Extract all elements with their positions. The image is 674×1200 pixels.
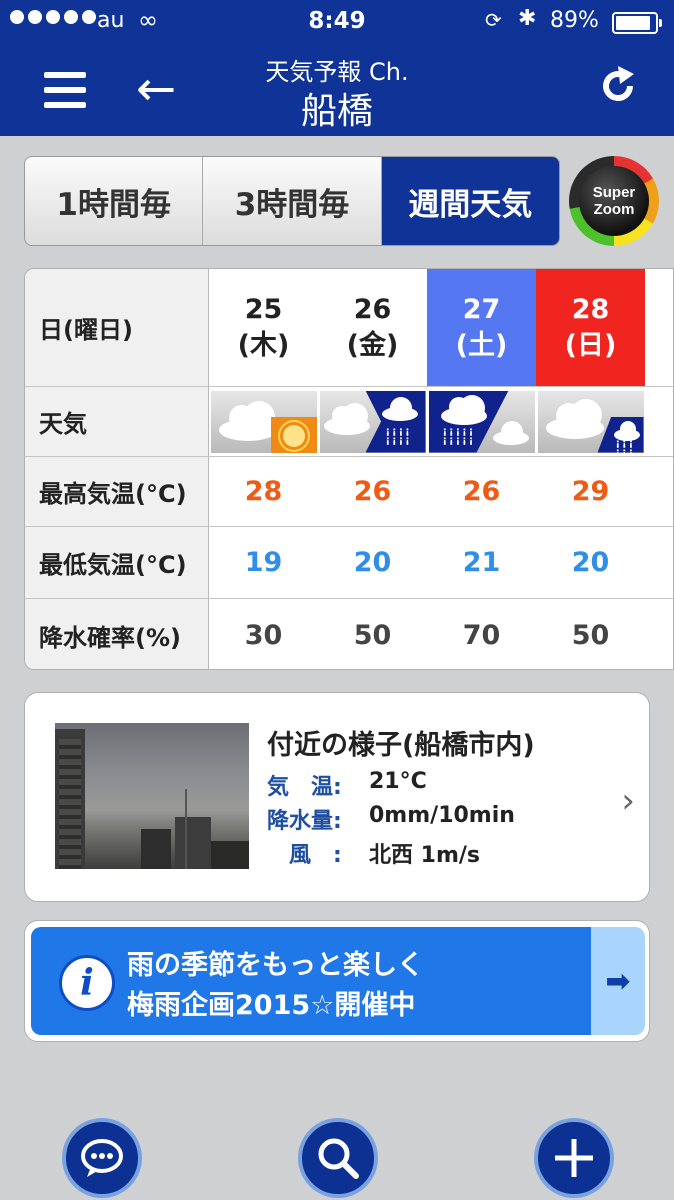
low-temp-value: 20 [353,547,392,578]
banner-body: i 雨の季節をもっと楽しく 梅雨企画2015☆開催中 [31,927,591,1035]
rainy-season-banner[interactable]: i 雨の季節をもっと楽しく 梅雨企画2015☆開催中 ➡ [24,920,650,1042]
super-zoom-button[interactable]: Super Zoom [569,156,659,246]
precip-value: 70 [462,619,501,651]
day-number: 25 [244,293,283,325]
low-temp-value: 19 [244,547,283,578]
chevron-right-icon: › [621,781,635,821]
nearby-rainfall: 降水量: 0mm/10min [267,803,515,835]
add-button[interactable] [534,1118,614,1198]
table-row-date: 日(曜日) 25 (木) 26 (金) 27 (土) 28 (日) [25,269,673,387]
nearby-wind: 風 : 北西 1m/s [267,837,480,869]
day-cell: 25 (木) [209,269,318,386]
weekly-forecast-table: 日(曜日) 25 (木) 26 (金) 27 (土) 28 (日) 天気 ¡¡¡… [24,268,674,670]
forecast-tabs: 1時間毎 3時間毎 週間天気 [24,156,560,246]
day-weekday: (金) [346,329,399,361]
high-temp-value: 26 [462,476,501,507]
day-number: 27 [462,293,501,325]
nearby-conditions-card[interactable]: 付近の様子(船橋市内) 気 温: 21°C 降水量: 0mm/10min 風 :… [24,692,650,902]
table-row-low-temp: 最低気温(°C) 19 20 21 20 [25,527,673,599]
status-bar: au ∞ 8:49 ⟳ ✱ 89% [0,0,674,46]
row-label-weather: 天気 [25,387,209,456]
table-row-precip: 降水確率(%) 30 50 70 50 [25,599,673,669]
table-row-high-temp: 最高気温(°C) 28 26 26 29 [25,457,673,527]
chat-icon [81,1139,123,1177]
day-weekday: (土) [455,329,508,361]
table-row-weather: 天気 ¡¡¡¡ ¡¡¡¡ ¡¡¡¡¡ ¡¡¡¡¡ ¡¡¡ ¡¡¡ [25,387,673,457]
day-number: 26 [353,293,392,325]
wind-value: 北西 1m/s [369,843,481,868]
refresh-icon[interactable] [596,64,640,108]
rain-then-cloudy-icon: ¡¡¡¡¡ ¡¡¡¡¡ [428,390,535,453]
wind-label: 風 : [267,843,342,868]
high-temp-value: 28 [244,476,283,507]
row-label-precip: 降水確率(%) [25,599,209,669]
banner-line-2: 梅雨企画2015☆開催中 [127,990,416,1021]
day-cell-sunday: 28 (日) [536,269,645,386]
tab-3-hourly[interactable]: 3時間毎 [203,157,382,245]
rainfall-value: 0mm/10min [369,803,515,828]
rainfall-label: 降水量: [267,809,342,834]
day-number: 28 [571,293,610,325]
cloudy-with-rain-icon: ¡¡¡ ¡¡¡ [537,390,644,453]
nearby-title: 付近の様子(船橋市内) [267,730,535,761]
high-temp-value: 29 [571,476,610,507]
plus-icon [555,1139,593,1177]
low-temp-value: 20 [571,547,610,578]
search-icon [318,1138,359,1179]
page-title: 船橋 [300,91,373,132]
day-weekday: (木) [237,329,290,361]
cloudy-then-sunny-icon [210,390,317,453]
weather-cell: ¡¡¡¡¡ ¡¡¡¡¡ [427,387,536,456]
arrow-right-icon: ➡ [591,927,645,1035]
low-temp-value: 21 [462,547,501,578]
day-cell: 26 (金) [318,269,427,386]
temperature-value: 21°C [369,769,427,794]
tab-weekly[interactable]: 週間天気 [381,157,559,245]
nearby-temperature: 気 温: 21°C [267,769,427,801]
banner-line-1: 雨の季節をもっと楽しく [127,950,424,981]
row-label-high-temp: 最高気温(°C) [25,457,209,526]
battery-icon [612,12,662,34]
row-label-date: 日(曜日) [25,269,209,386]
weather-cell [209,387,318,456]
day-cell-saturday: 27 (土) [427,269,536,386]
weather-cell: ¡¡¡¡ ¡¡¡¡ [318,387,427,456]
super-zoom-label-1: Super [592,184,636,201]
live-camera-photo [55,723,249,869]
battery-percentage: 89% [550,8,599,33]
precip-value: 50 [353,619,392,651]
tab-hourly[interactable]: 1時間毎 [25,157,204,245]
precip-value: 50 [571,619,610,651]
temperature-label: 気 温: [267,775,342,800]
app-header: au ∞ 8:49 ⟳ ✱ 89% ← 天気予報 Ch. 船橋 [0,0,674,136]
search-button[interactable] [298,1118,378,1198]
super-zoom-label-2: Zoom [593,201,635,218]
day-weekday: (日) [564,329,617,361]
high-temp-value: 26 [353,476,392,507]
weather-cell: ¡¡¡ ¡¡¡ [536,387,645,456]
bluetooth-icon: ✱ [518,6,537,31]
cloudy-then-rain-icon: ¡¡¡¡ ¡¡¡¡ [319,390,426,453]
info-icon: i [59,955,115,1011]
rotation-lock-icon: ⟳ [485,8,502,32]
precip-value: 30 [244,619,283,651]
row-label-low-temp: 最低気温(°C) [25,527,209,598]
chat-button[interactable] [62,1118,142,1198]
